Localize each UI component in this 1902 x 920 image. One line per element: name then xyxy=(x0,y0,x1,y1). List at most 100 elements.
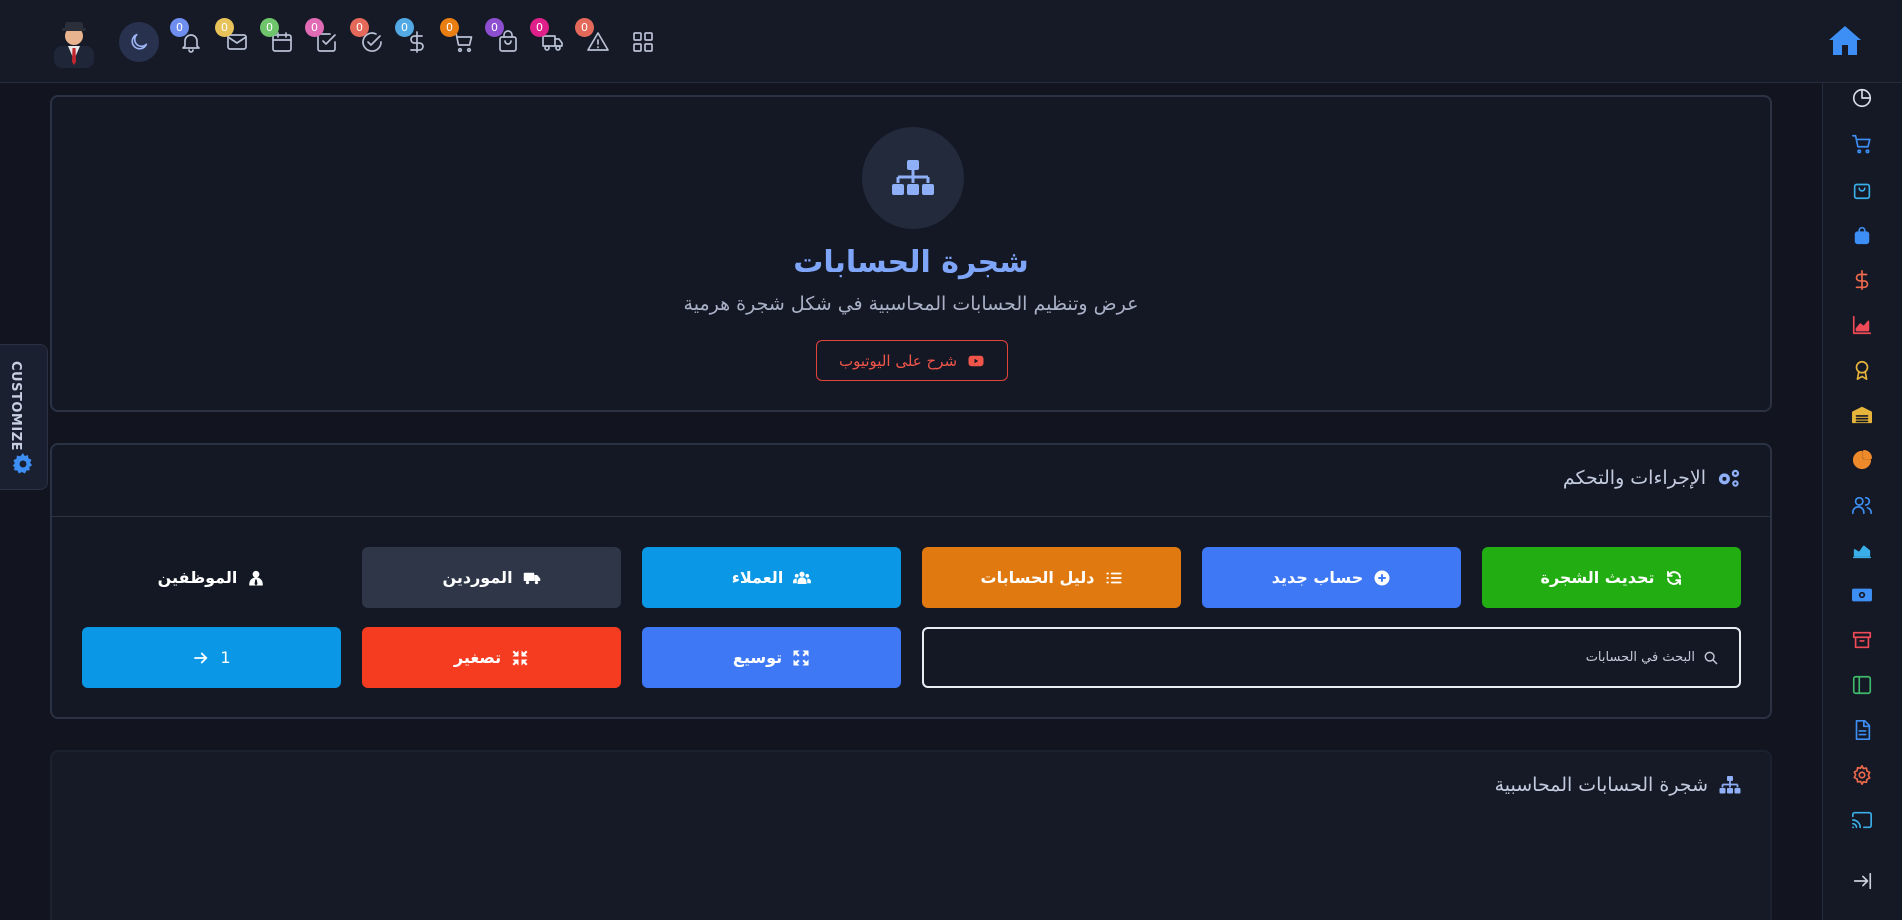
money-icon xyxy=(1852,588,1872,602)
search-icon xyxy=(1704,651,1718,665)
pie-chart-icon xyxy=(1852,88,1872,108)
customize-tab[interactable]: CUSTOMIZE xyxy=(0,344,48,490)
notifications-badge: 0 xyxy=(170,18,189,37)
level-value: 1 xyxy=(220,648,231,667)
sidebar-item-settings[interactable] xyxy=(1851,764,1875,788)
accounts-tree-card: شجرة الحسابات المحاسبية xyxy=(50,750,1772,920)
gear-icon xyxy=(10,451,36,477)
top-navbar: 0 0 0 0 0 0 0 0 0 0 xyxy=(0,0,1902,83)
suppliers-button[interactable]: الموردين xyxy=(362,547,621,608)
sidebar-item-users[interactable] xyxy=(1851,494,1875,518)
list-icon xyxy=(1105,572,1122,583)
new-account-label: حساب جديد xyxy=(1271,568,1364,587)
archive-icon xyxy=(1852,631,1872,649)
bag-icon xyxy=(1853,183,1871,200)
calendar-badge: 0 xyxy=(260,18,279,37)
refresh-tree-label: تحديث الشجرة xyxy=(1540,568,1655,587)
youtube-tutorial-button[interactable]: شرح على اليوتيوب xyxy=(816,340,1008,381)
sidebar-item-finance[interactable] xyxy=(1851,269,1875,293)
alerts-badge: 0 xyxy=(575,18,594,37)
shopping-bag-icon xyxy=(1854,226,1870,245)
users-icon xyxy=(793,571,812,584)
sidebar-item-payments[interactable] xyxy=(1851,584,1875,608)
actions-title: الإجراءات والتحكم xyxy=(1562,467,1706,489)
new-account-button[interactable]: حساب جديد xyxy=(1202,547,1461,608)
chart-of-accounts-label: دليل الحسابات xyxy=(980,568,1095,587)
moon-icon xyxy=(131,33,148,50)
customize-label: CUSTOMIZE xyxy=(8,361,23,451)
sidebar-logout[interactable] xyxy=(1851,870,1875,894)
gear-icon xyxy=(1853,765,1871,785)
approvals-badge: 0 xyxy=(350,18,369,37)
shipping-badge: 0 xyxy=(530,18,549,37)
sitemap-icon xyxy=(892,160,934,195)
users-icon xyxy=(1852,496,1872,515)
search-input[interactable] xyxy=(995,650,1695,665)
page-header-card: شجرة الحسابات عرض وتنظيم الحسابات المحاس… xyxy=(50,95,1772,412)
pie-icon xyxy=(1852,450,1872,470)
level-button[interactable]: 1 xyxy=(82,627,341,688)
accounts-tree-title: شجرة الحسابات المحاسبية xyxy=(1494,774,1708,796)
sidebar-item-sales[interactable] xyxy=(1851,133,1875,157)
page-title: شجرة الحسابات xyxy=(793,245,1029,280)
apps-grid-button[interactable] xyxy=(629,28,657,56)
tasks-badge: 0 xyxy=(305,18,324,37)
expand-button[interactable]: توسيع xyxy=(642,627,901,688)
actions-card-header: الإجراءات والتحكم xyxy=(52,445,1770,517)
messages-badge: 0 xyxy=(215,18,234,37)
employees-button[interactable]: الموظفين xyxy=(82,547,341,608)
sidebar-layout-icon xyxy=(1852,675,1872,695)
purchases-badge: 0 xyxy=(485,18,504,37)
user-avatar[interactable] xyxy=(50,16,98,68)
youtube-icon xyxy=(968,355,984,366)
sidebar-item-statistics[interactable] xyxy=(1851,539,1875,563)
collapse-button[interactable]: تصغير xyxy=(362,627,621,688)
sidebar-item-cast[interactable] xyxy=(1851,809,1875,833)
customers-label: العملاء xyxy=(731,568,784,587)
line-chart-icon xyxy=(1852,545,1872,559)
sidebar-item-orders[interactable] xyxy=(1851,179,1875,203)
award-icon xyxy=(1855,360,1869,380)
sidebar-item-awards[interactable] xyxy=(1851,359,1875,383)
sidebar-item-analytics[interactable] xyxy=(1851,449,1875,473)
finance-badge: 0 xyxy=(395,18,414,37)
document-icon xyxy=(1855,720,1871,740)
home-icon xyxy=(1829,26,1861,55)
employees-label: الموظفين xyxy=(157,568,238,587)
sidebar-item-warehouse[interactable] xyxy=(1851,404,1875,428)
sidebar-item-purchases[interactable] xyxy=(1851,224,1875,248)
sidebar-item-documents[interactable] xyxy=(1851,719,1875,743)
collapse-label: تصغير xyxy=(453,648,502,667)
youtube-tutorial-label: شرح على اليوتيوب xyxy=(838,351,958,370)
right-sidebar xyxy=(1822,83,1902,920)
accounts-search-field[interactable] xyxy=(922,627,1741,688)
cart-icon xyxy=(1852,134,1871,154)
area-chart-icon xyxy=(1852,315,1872,335)
home-button[interactable] xyxy=(1826,22,1864,60)
sitemap-icon xyxy=(1719,776,1741,794)
sidebar-item-layout[interactable] xyxy=(1851,674,1875,698)
sidebar-item-reports[interactable] xyxy=(1851,314,1875,338)
dark-mode-toggle[interactable] xyxy=(119,22,159,62)
refresh-icon xyxy=(1666,570,1681,585)
dollar-icon xyxy=(1855,270,1869,290)
page-subtitle: عرض وتنظيم الحسابات المحاسبية في شكل شجر… xyxy=(683,293,1139,315)
cast-icon xyxy=(1852,811,1872,829)
logout-icon xyxy=(1853,872,1872,890)
grid-icon xyxy=(633,32,653,52)
expand-label: توسيع xyxy=(732,648,783,667)
customers-button[interactable]: العملاء xyxy=(642,547,901,608)
user-tie-icon xyxy=(249,570,264,585)
chart-of-accounts-button[interactable]: دليل الحسابات xyxy=(922,547,1181,608)
arrow-right-icon xyxy=(194,652,208,663)
compress-icon xyxy=(512,650,528,665)
sidebar-item-dashboard[interactable] xyxy=(1851,87,1875,111)
warehouse-icon xyxy=(1852,406,1872,424)
actions-card: الإجراءات والتحكم تحديث الشجرة حساب جديد… xyxy=(50,443,1772,719)
refresh-tree-button[interactable]: تحديث الشجرة xyxy=(1482,547,1741,608)
suppliers-label: الموردين xyxy=(442,568,513,587)
sidebar-item-archive[interactable] xyxy=(1851,629,1875,653)
expand-icon xyxy=(793,650,809,665)
truck-icon xyxy=(523,572,540,584)
plus-circle-icon xyxy=(1374,570,1390,585)
